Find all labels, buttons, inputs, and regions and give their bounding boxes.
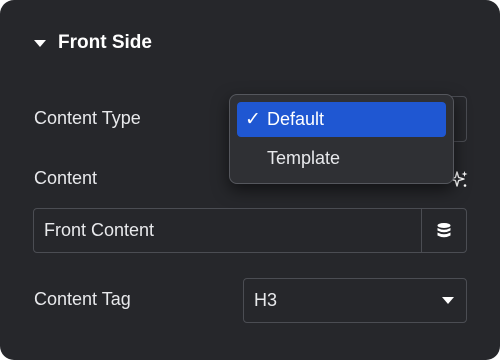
caret-down-icon [442,297,454,304]
content-tag-value: H3 [254,290,278,310]
content-type-dropdown: ✓ Default Template [229,94,454,184]
content-label: Content [34,168,98,188]
dynamic-tags-button[interactable] [421,209,466,252]
content-tag-label: Content Tag [34,289,131,309]
option-label: Default [267,109,325,129]
option-default[interactable]: ✓ Default [237,102,446,137]
checkmark-icon: ✓ [245,109,261,130]
content-field [33,208,467,253]
section-title: Front Side [58,32,152,53]
caret-down-icon [34,39,46,47]
front-side-section-toggle[interactable]: Front Side [34,30,152,56]
content-input[interactable] [34,209,421,252]
content-type-label: Content Type [34,108,141,128]
option-label: Template [267,148,341,168]
settings-panel: Front Side Content Type ✓ Default Templa… [0,0,500,360]
option-template[interactable]: Template [237,141,446,176]
database-icon [437,222,451,237]
content-tag-select[interactable]: H3 [243,278,467,323]
